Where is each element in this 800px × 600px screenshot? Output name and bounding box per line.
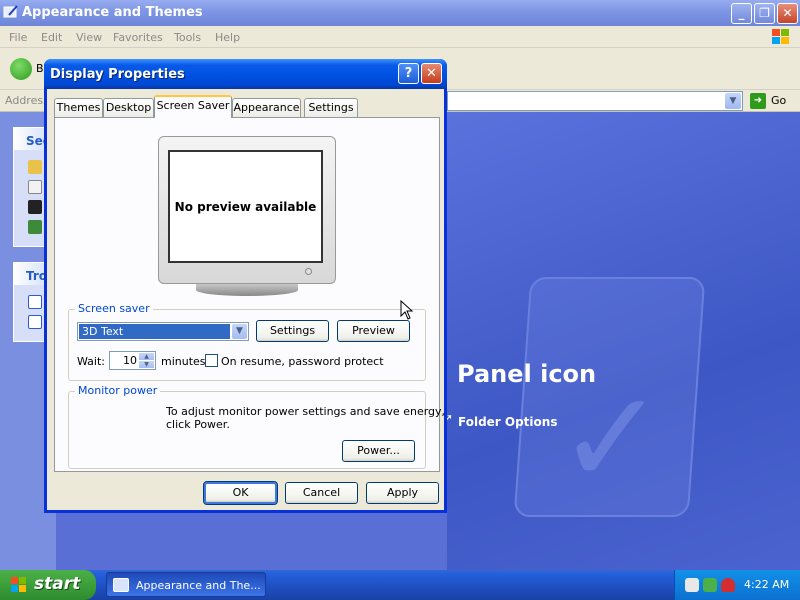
windows-logo-icon [772, 29, 789, 44]
menu-file[interactable]: File [9, 31, 27, 44]
password-protect-checkbox[interactable] [205, 354, 218, 367]
chevron-down-icon[interactable]: ▼ [232, 324, 247, 339]
taskbar-item-label: Appearance and The... [136, 579, 261, 592]
tab-appearance[interactable]: Appearance [232, 98, 301, 118]
start-button[interactable]: start [0, 570, 96, 600]
monitor-bezel: No preview available [158, 136, 336, 284]
update-icon[interactable] [703, 578, 717, 592]
window-icon [113, 578, 129, 592]
menu-tools[interactable]: Tools [174, 31, 201, 44]
dialog-title: Display Properties [50, 67, 185, 82]
go-arrow-icon[interactable]: ➜ [750, 93, 766, 109]
dialog-titlebar[interactable]: Display Properties ? ✕ [44, 59, 447, 89]
display-properties-dialog: Display Properties ? ✕ Themes Desktop Sc… [44, 59, 447, 513]
network-icon[interactable] [685, 578, 699, 592]
preview-message: No preview available [174, 200, 317, 214]
chevron-down-icon[interactable]: ▼ [725, 93, 741, 109]
spin-down-icon[interactable]: ▼ [139, 361, 154, 368]
monitor-preview: No preview available [158, 136, 336, 296]
screen-saver-group: Screen saver 3D Text ▼ Settings Preview … [68, 302, 426, 381]
menu-help[interactable]: Help [215, 31, 240, 44]
back-arrow-icon[interactable] [10, 58, 32, 80]
address-label: Address [5, 94, 49, 107]
monitor-stand [196, 284, 298, 296]
picture-icon[interactable] [28, 220, 42, 234]
power-led-icon [305, 268, 312, 275]
close-button[interactable]: ✕ [777, 3, 798, 24]
explorer-titlebar[interactable]: Appearance and Themes _ ❐ ✕ [0, 0, 800, 26]
panel-icon-heading: Panel icon [457, 360, 597, 388]
clock: 4:22 AM [744, 578, 790, 591]
control-panel-content: ✓ Panel icon ➚ Folder Options [447, 112, 800, 570]
maximize-button[interactable]: ❐ [754, 3, 775, 24]
menu-bar: File Edit View Favorites Tools Help [0, 26, 800, 48]
folder-options-link[interactable]: Folder Options [458, 415, 557, 429]
minutes-label: minutes [161, 355, 206, 368]
menu-favorites[interactable]: Favorites [113, 31, 163, 44]
screen-saver-page: No preview available Screen saver 3D Tex… [54, 117, 445, 472]
dialog-close-button[interactable]: ✕ [421, 63, 442, 84]
taskbar: start Appearance and The... 4:22 AM [0, 570, 800, 600]
tab-desktop[interactable]: Desktop [103, 98, 154, 118]
spin-arrows[interactable]: ▲ ▼ [139, 353, 154, 368]
preview-screen: No preview available [168, 150, 323, 263]
screen-saver-selected: 3D Text [79, 324, 230, 339]
system-tray: 4:22 AM [674, 570, 800, 600]
spin-up-icon[interactable]: ▲ [139, 353, 154, 360]
monitor-power-group-label: Monitor power [75, 384, 161, 397]
security-shield-icon[interactable] [721, 578, 735, 592]
start-label: start [34, 574, 81, 594]
password-protect-label[interactable]: On resume, password protect [221, 355, 384, 368]
back-label[interactable]: B [36, 62, 44, 75]
mouse-cursor-icon [400, 300, 414, 320]
tab-screen-saver[interactable]: Screen Saver [154, 95, 232, 118]
folder-icon[interactable] [28, 160, 42, 174]
address-input[interactable]: ▼ [447, 91, 743, 111]
menu-view[interactable]: View [76, 31, 102, 44]
screen-saver-group-label: Screen saver [75, 302, 153, 315]
control-panel-icon [3, 5, 18, 18]
clock-icon[interactable] [28, 180, 42, 194]
taskbar-item-appearance[interactable]: Appearance and The... [106, 572, 266, 597]
screen-saver-select[interactable]: 3D Text ▼ [77, 322, 249, 341]
screen-saver-settings-button[interactable]: Settings [256, 320, 329, 342]
help-icon[interactable] [28, 315, 42, 329]
arrow-icon: ➚ [447, 411, 454, 425]
wait-value: 10 [123, 354, 137, 367]
help-button[interactable]: ? [398, 63, 419, 84]
power-description-line1: To adjust monitor power settings and sav… [166, 405, 446, 418]
menu-edit[interactable]: Edit [41, 31, 62, 44]
windows-logo-icon [11, 577, 26, 592]
minimize-button[interactable]: _ [731, 3, 752, 24]
ok-button[interactable]: OK [203, 481, 278, 505]
power-button[interactable]: Power... [342, 440, 415, 462]
explorer-title: Appearance and Themes [22, 5, 203, 20]
wait-minutes-stepper[interactable]: 10 ▲ ▼ [109, 351, 156, 370]
power-description-line2: click Power. [166, 418, 230, 431]
display-icon[interactable] [28, 200, 42, 214]
preview-button[interactable]: Preview [337, 320, 410, 342]
help-icon[interactable] [28, 295, 42, 309]
apply-button[interactable]: Apply [366, 482, 439, 504]
monitor-power-group: Monitor power To adjust monitor power se… [68, 384, 445, 469]
tab-themes[interactable]: Themes [54, 98, 103, 118]
cancel-button[interactable]: Cancel [285, 482, 358, 504]
wait-label: Wait: [77, 355, 105, 368]
tab-settings[interactable]: Settings [304, 98, 358, 118]
go-button[interactable]: Go [771, 94, 786, 107]
